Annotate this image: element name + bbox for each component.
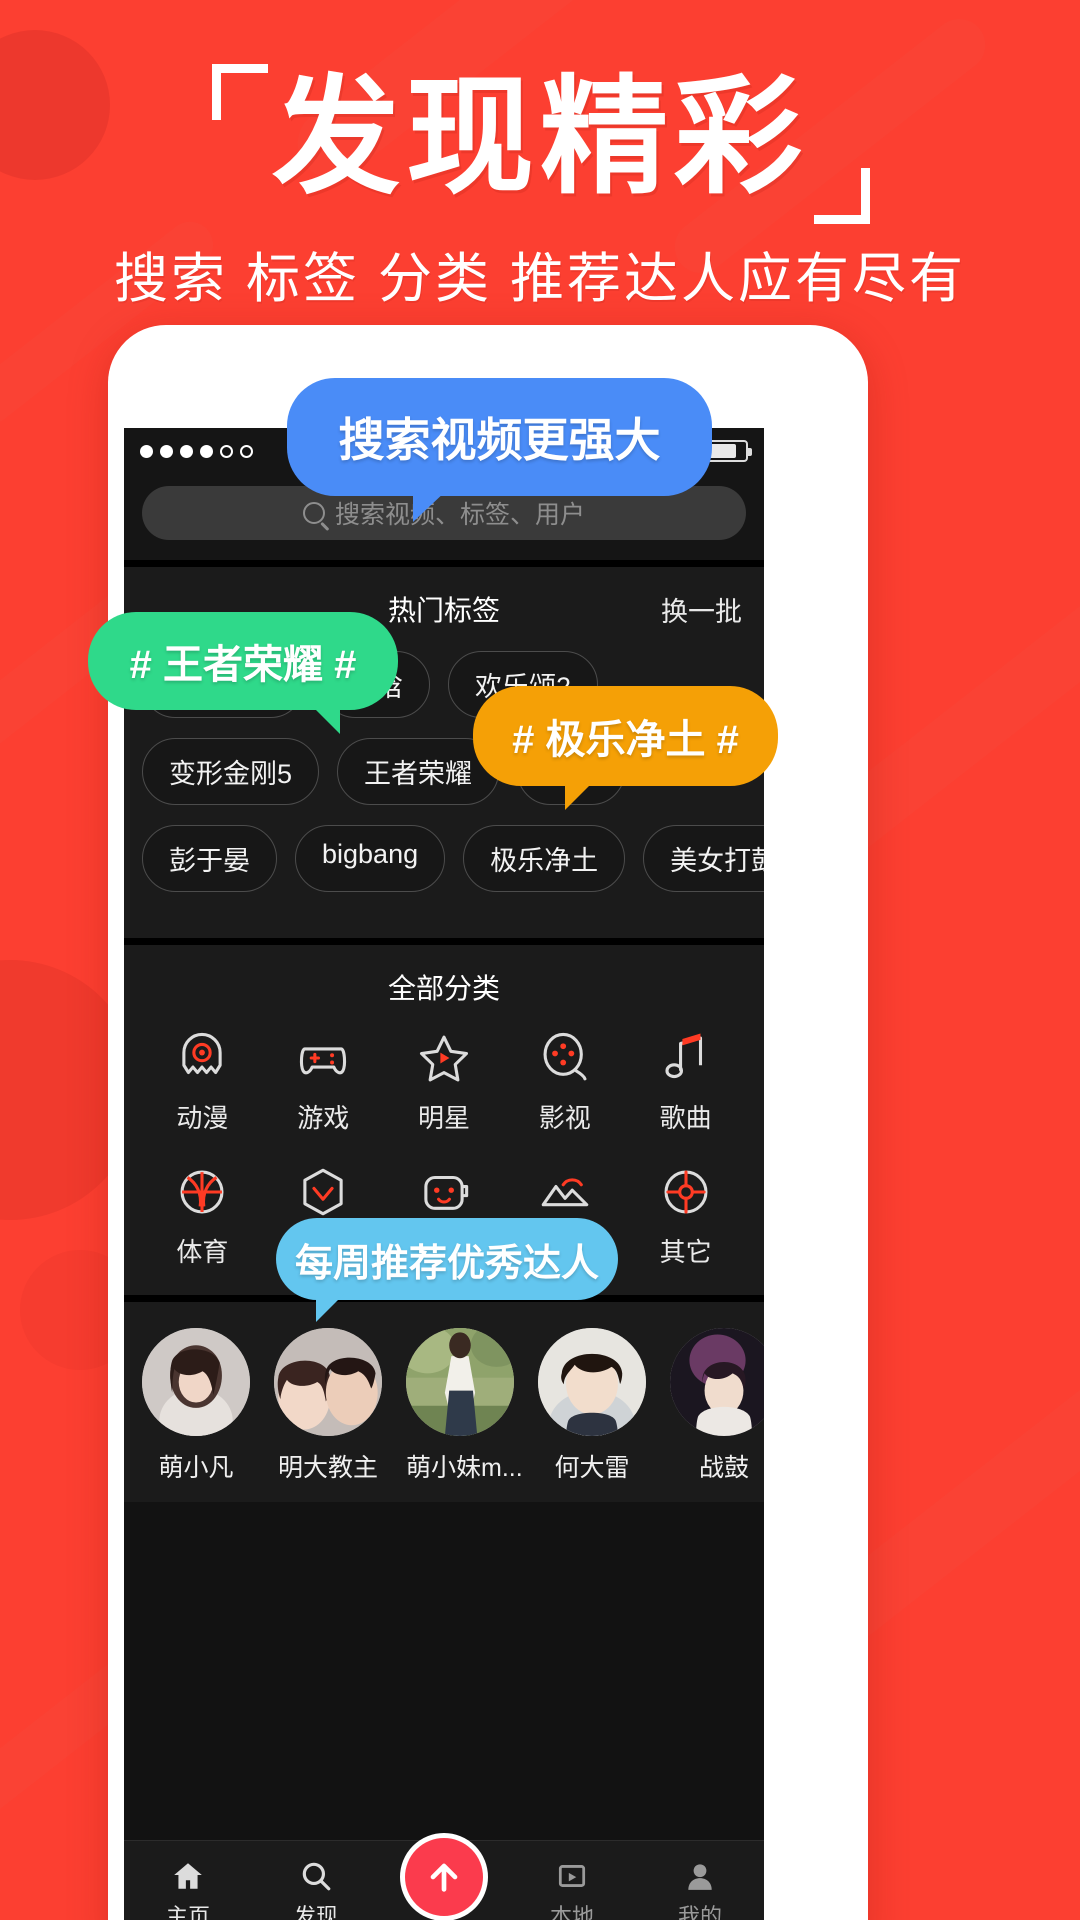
pet-face-icon [415,1163,473,1221]
search-icon [299,1859,333,1893]
upload-arrow-icon [422,1855,466,1899]
search-placeholder: 搜索视频、标签、用户 [334,501,585,529]
video-folder-icon [555,1859,589,1893]
category-item-anime[interactable]: 动漫 [142,1029,263,1135]
tab-label: 主页 [165,1903,210,1920]
phone-side-button [858,775,868,871]
talents-row: 萌小凡 明大教主 萌小妹m... 何大雷 战鼓 [142,1328,764,1484]
tag-chip[interactable]: 彭于晏 [142,825,277,892]
talent-item[interactable]: 萌小凡 [142,1328,250,1484]
page-title: 发现精彩 [271,66,808,209]
hero-subtitle: 搜索 标签 分类 推荐达人应有尽有 [113,249,966,309]
signal-dots-icon [140,444,253,458]
star-play-icon [415,1029,473,1087]
corner-bracket-top-left-icon [211,64,268,120]
callout-weekly-talents: 每周推荐优秀达人 [276,1218,618,1322]
corner-bracket-bottom-right-icon [814,168,870,224]
refresh-tags-button[interactable]: 换一批 [661,590,742,629]
category-item-game[interactable]: 游戏 [263,1029,384,1135]
ghost-icon [173,1029,231,1087]
callout-tail [316,1294,344,1322]
category-label: 动漫 [176,1103,229,1133]
home-icon [171,1859,205,1893]
talent-name: 战鼓 [698,1454,749,1482]
basketball-icon [173,1163,231,1221]
callout-search: 搜索视频更强大 [287,378,712,522]
hero-header: 发现精彩 搜索 标签 分类 推荐达人应有尽有 [0,58,1080,313]
phone-mockup: 搜索视频、标签、用户 热门标签 换一批 王者荣耀 鹿晗 欢乐颂2 变形金刚5 王… [108,325,868,1920]
tab-upload[interactable] [380,1832,508,1920]
hero-title-wrap: 发现精彩 [202,58,878,224]
recommended-talents-section: 萌小凡 明大教主 萌小妹m... 何大雷 战鼓 [124,1302,764,1502]
person-icon [683,1859,717,1893]
callout-text: 搜索视频更强大 [338,414,661,466]
mountain-icon [536,1163,594,1221]
talent-item[interactable]: 何大雷 [538,1328,646,1484]
talent-item[interactable]: 明大教主 [274,1328,382,1484]
talent-item[interactable]: 战鼓 [670,1328,764,1484]
section-divider [124,938,764,945]
callout-tag-jilejingtu: # 极乐净土 # [473,686,778,810]
gamepad-icon [294,1029,352,1087]
tag-chip[interactable]: bigbang [295,825,446,892]
phone-side-button [858,655,868,751]
tab-label: 本地 [549,1903,594,1920]
callout-text: # 极乐净土 # [512,718,739,762]
tab-label: 我的 [677,1903,722,1920]
tag-chip[interactable]: 极乐净土 [463,825,626,892]
talent-name: 萌小凡 [158,1454,234,1482]
tab-home[interactable]: 主页 [124,1859,252,1920]
section-divider [124,560,764,567]
talent-item[interactable]: 萌小妹m... [406,1328,523,1484]
bottom-tab-bar: 主页 发现 本地 我的 [124,1832,764,1920]
categories-header: 全部分类 [142,967,746,1007]
category-label: 歌曲 [659,1103,712,1133]
hot-tags-title: 热门标签 [387,595,500,626]
tag-chip[interactable]: 变形金刚5 [142,738,320,805]
category-item-other[interactable]: 其它 [625,1163,746,1269]
callout-text: 每周推荐优秀达人 [294,1242,599,1285]
tab-label: 发现 [293,1903,338,1920]
categories-title: 全部分类 [387,973,500,1004]
tab-local[interactable]: 本地 [508,1859,636,1920]
category-item-star[interactable]: 明星 [384,1029,505,1135]
tag-row: 彭于晏 bigbang 极乐净土 美女打鼓 [142,825,764,892]
talent-name: 明大教主 [277,1454,378,1482]
callout-tail [413,490,447,522]
tab-mine[interactable]: 我的 [636,1859,764,1920]
avatar [142,1328,250,1436]
tag-chip[interactable]: 美女打鼓 [643,825,764,892]
search-icon [302,502,325,524]
talent-name: 何大雷 [554,1454,630,1482]
category-label: 体育 [176,1237,229,1267]
avatar [274,1328,382,1436]
avatar [538,1328,646,1436]
category-label: 其它 [659,1237,712,1267]
callout-tag-wangzhe: # 王者荣耀 # [88,612,398,734]
phone-side-button [858,525,868,621]
avatar [406,1328,514,1436]
category-item-sports[interactable]: 体育 [142,1163,263,1269]
callout-text: # 王者荣耀 # [129,643,357,687]
hexagon-check-icon [294,1163,352,1221]
category-label: 明星 [417,1103,470,1133]
talent-name: 萌小妹m... [406,1454,523,1482]
avatar [670,1328,764,1436]
callout-tail [310,704,340,734]
category-label: 影视 [538,1103,591,1133]
category-item-movie[interactable]: 影视 [504,1029,625,1135]
wheel-icon [657,1163,715,1221]
category-label: 游戏 [297,1103,350,1133]
category-item-song[interactable]: 歌曲 [625,1029,746,1135]
music-note-icon [657,1029,715,1087]
film-reel-icon [536,1029,594,1087]
tab-discover[interactable]: 发现 [252,1859,380,1920]
upload-button[interactable] [400,1832,488,1920]
callout-tail [565,780,595,810]
